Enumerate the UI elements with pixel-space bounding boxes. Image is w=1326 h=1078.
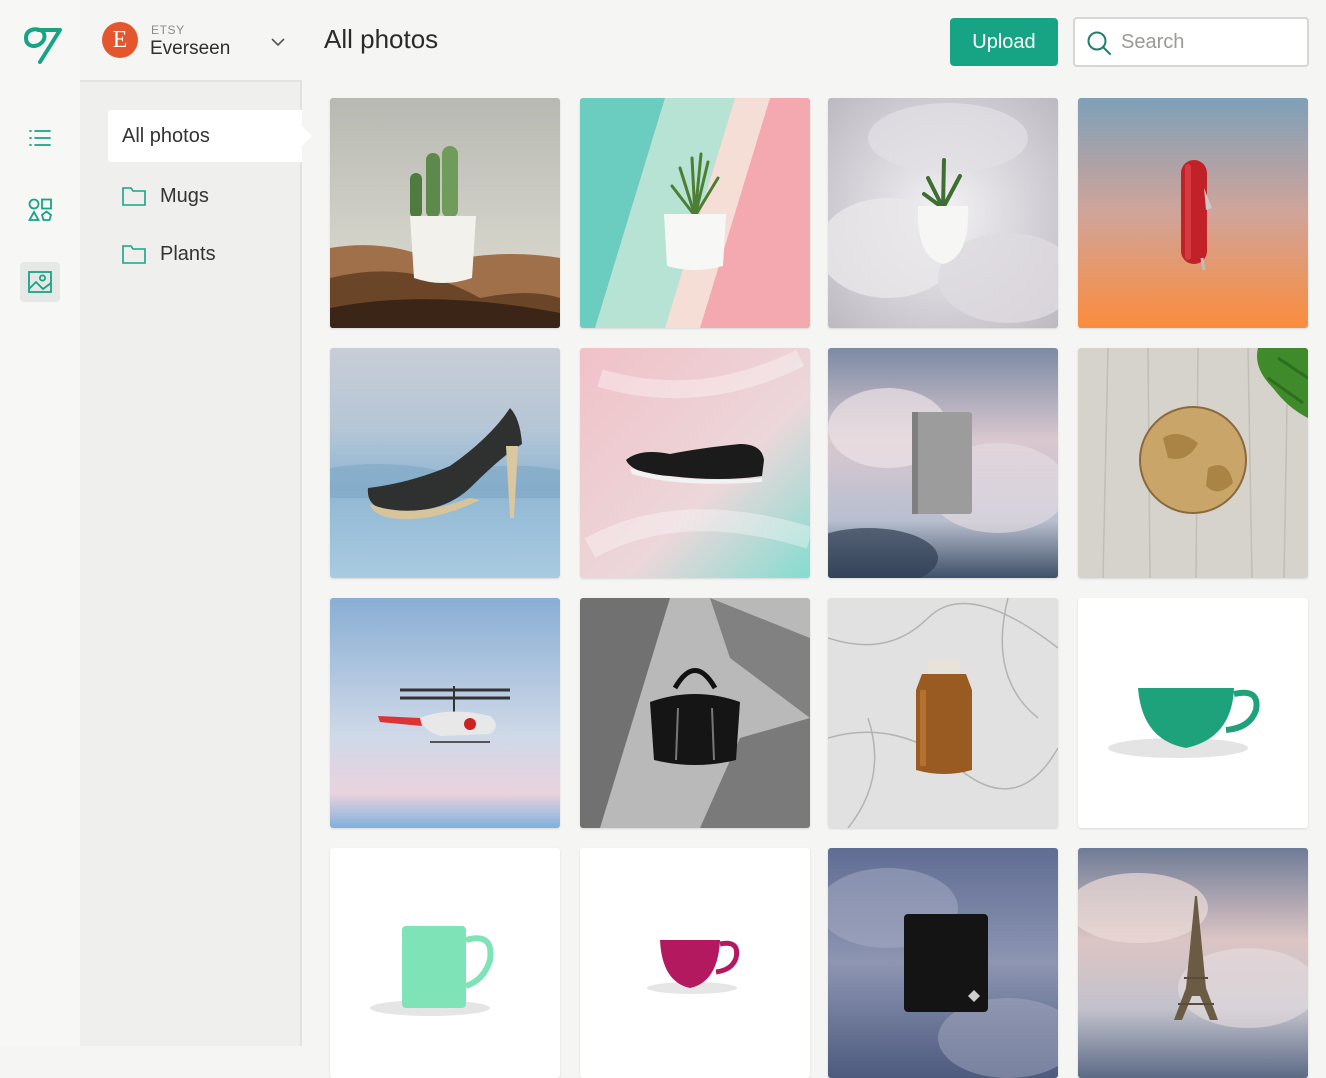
photo-tile[interactable] bbox=[828, 348, 1058, 578]
photo-tile[interactable] bbox=[580, 598, 810, 828]
photo-tile[interactable] bbox=[580, 98, 810, 328]
photo-tile[interactable] bbox=[828, 848, 1058, 1078]
photo-black-high-heel bbox=[330, 348, 560, 578]
search-input[interactable] bbox=[1121, 27, 1301, 57]
search-box[interactable] bbox=[1073, 17, 1309, 67]
image-icon bbox=[28, 271, 52, 293]
photo-cactus-in-desert bbox=[330, 98, 560, 328]
sidebar-item-plants[interactable]: Plants bbox=[108, 228, 302, 280]
folder-icon bbox=[122, 187, 146, 206]
photo-tile[interactable] bbox=[330, 348, 560, 578]
photo-black-wallet bbox=[828, 848, 1058, 1078]
app-logo-icon[interactable] bbox=[18, 24, 64, 66]
photo-tile[interactable] bbox=[828, 98, 1058, 328]
photo-plant-in-feathers bbox=[828, 98, 1058, 328]
search-icon bbox=[1087, 31, 1111, 55]
shop-switcher[interactable]: E ETSY Everseen bbox=[80, 0, 302, 82]
shop-name: Everseen bbox=[150, 38, 231, 59]
photo-magenta-cup bbox=[580, 848, 810, 1078]
page-title: All photos bbox=[324, 24, 439, 54]
sidebar-item-mugs[interactable]: Mugs bbox=[108, 170, 302, 222]
photo-tile[interactable] bbox=[580, 848, 810, 1078]
rail-list-button[interactable] bbox=[20, 118, 60, 158]
photo-tile[interactable] bbox=[330, 98, 560, 328]
sidebar-item-label: Plants bbox=[160, 242, 216, 265]
photo-plant-on-stripes bbox=[580, 98, 810, 328]
upload-button[interactable]: Upload bbox=[950, 18, 1058, 66]
shop-platform-label: ETSY bbox=[151, 23, 185, 37]
shapes-icon bbox=[27, 198, 53, 221]
sidebar-item-all-photos[interactable]: All photos bbox=[108, 110, 312, 162]
photo-tile[interactable] bbox=[1078, 348, 1308, 578]
photo-tile[interactable] bbox=[1078, 848, 1308, 1078]
photo-mint-mug bbox=[330, 848, 560, 1078]
icon-rail bbox=[0, 0, 80, 1046]
photo-tile[interactable] bbox=[330, 598, 560, 828]
photo-tile[interactable] bbox=[580, 348, 810, 578]
chevron-down-icon[interactable] bbox=[270, 34, 286, 50]
photo-black-loafer bbox=[580, 348, 810, 578]
photo-tile[interactable] bbox=[828, 598, 1058, 828]
photo-globe-on-wood bbox=[1078, 348, 1308, 578]
rail-shapes-button[interactable] bbox=[20, 190, 60, 230]
photo-tile[interactable] bbox=[1078, 598, 1308, 828]
sidebar-item-label: All photos bbox=[122, 124, 210, 147]
photo-amber-bottle-marble bbox=[828, 598, 1058, 828]
folder-icon bbox=[122, 245, 146, 264]
folder-sidebar: E ETSY Everseen All photos Mugs Plants bbox=[80, 0, 312, 1046]
photo-black-handbag-shadows bbox=[580, 598, 810, 828]
photo-red-pocket-knife bbox=[1078, 98, 1308, 328]
photo-grey-notebook-clouds bbox=[828, 348, 1058, 578]
shop-avatar: E bbox=[102, 22, 138, 58]
list-icon bbox=[29, 130, 51, 146]
rail-photos-button[interactable] bbox=[20, 262, 60, 302]
sidebar-item-label: Mugs bbox=[160, 184, 209, 207]
photo-eiffel-tower-clouds bbox=[1078, 848, 1308, 1078]
photo-tile[interactable] bbox=[1078, 98, 1308, 328]
photo-green-cup bbox=[1078, 598, 1308, 828]
photo-tile[interactable] bbox=[330, 848, 560, 1078]
photo-toy-helicopter bbox=[330, 598, 560, 828]
